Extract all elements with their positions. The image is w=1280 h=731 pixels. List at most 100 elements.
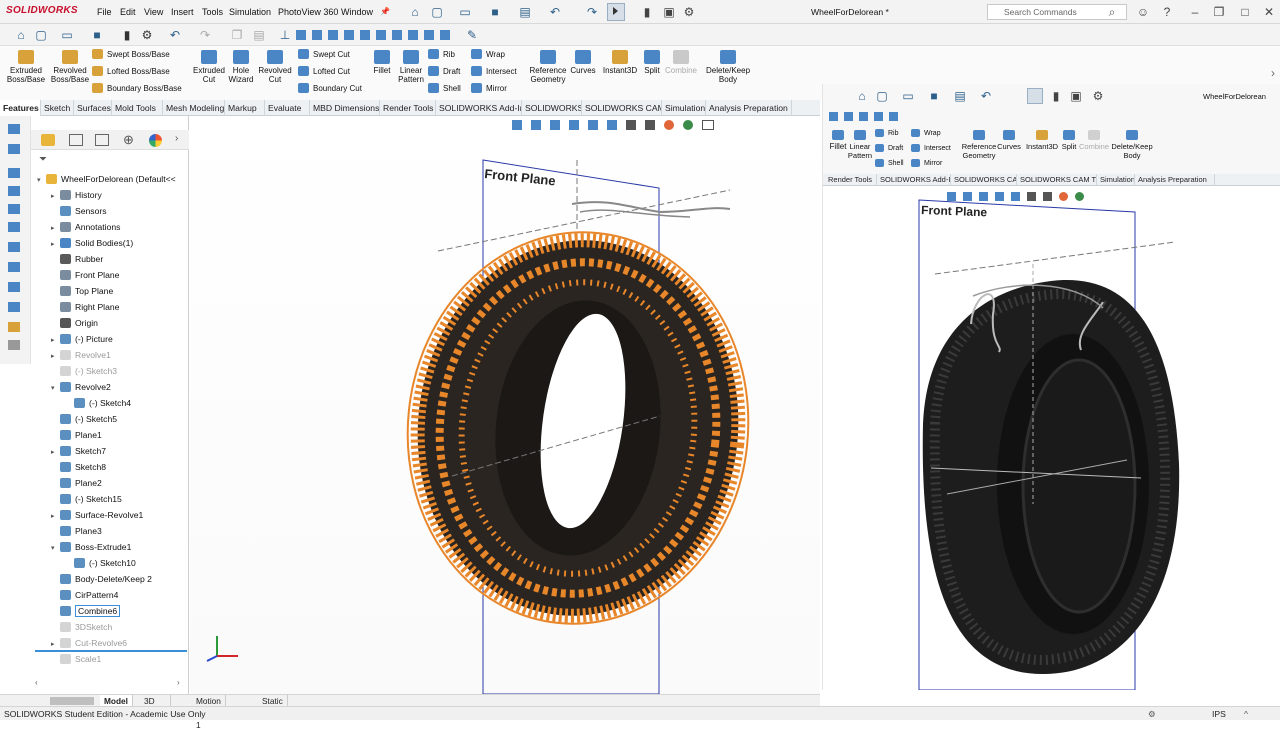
- instant3d-button[interactable]: Instant3D: [602, 50, 638, 75]
- display-manager-tab-icon[interactable]: [149, 134, 162, 147]
- tree-item-sketch4[interactable]: (-) Sketch4: [37, 395, 189, 411]
- undo-icon[interactable]: ↶: [168, 28, 182, 42]
- collapse-arrow-icon[interactable]: ▾: [37, 173, 46, 189]
- rib-button[interactable]: Rib: [428, 48, 461, 62]
- menu-edit[interactable]: Edit: [120, 7, 136, 17]
- menu-view[interactable]: View: [144, 7, 163, 17]
- extruded-cut-button[interactable]: Extruded Cut: [190, 50, 228, 84]
- tool-icon-1[interactable]: [8, 124, 20, 134]
- print-icon[interactable]: ▤: [518, 5, 532, 19]
- tree-item-sensors[interactable]: Sensors: [37, 203, 189, 219]
- tree-item-origin[interactable]: Origin: [37, 315, 189, 331]
- lofted-boss-button[interactable]: Lofted Boss/Base: [92, 65, 182, 79]
- user-icon[interactable]: ☺: [1136, 5, 1150, 19]
- scroll-left-icon[interactable]: ‹: [35, 678, 38, 687]
- tool-icon-4[interactable]: [8, 186, 20, 196]
- tool-icon-9[interactable]: [8, 282, 20, 292]
- dimxpert-tab-icon[interactable]: ⊕: [123, 132, 134, 148]
- tree-item-solid-bodies-1[interactable]: ▸ Solid Bodies(1): [37, 235, 189, 251]
- delete-keep-body-button[interactable]: Delete/Keep Body: [704, 50, 752, 84]
- copy-icon[interactable]: ❐: [230, 28, 244, 42]
- more-tabs-icon[interactable]: ›: [175, 133, 178, 144]
- tab-mold-tools[interactable]: Mold Tools: [112, 100, 163, 116]
- home-icon[interactable]: ⌂: [14, 28, 28, 42]
- collapse-arrow-icon[interactable]: ▾: [51, 381, 60, 397]
- tool-icon-3[interactable]: [8, 168, 20, 178]
- filter-icon[interactable]: ⏷: [39, 154, 47, 165]
- align-icon[interactable]: ⊥: [278, 28, 292, 42]
- rollback-bar[interactable]: [35, 650, 187, 652]
- tab-mbd-dimensions[interactable]: MBD Dimensions: [310, 100, 380, 116]
- tree-item-top-plane[interactable]: Top Plane: [37, 283, 189, 299]
- tab-scroll-bar[interactable]: [50, 697, 94, 705]
- revolved-boss-base-button[interactable]: Revolved Boss/Base: [48, 50, 92, 84]
- tab-render-tools[interactable]: Render Tools: [380, 100, 436, 116]
- lofted-cut-button[interactable]: Lofted Cut: [298, 65, 362, 79]
- tool-icon-2[interactable]: [8, 144, 20, 154]
- tab-solidworks-cam[interactable]: SOLIDWORKS CAM: [522, 100, 582, 116]
- tool-icon-6[interactable]: [8, 222, 20, 232]
- new-document-icon[interactable]: ▢: [34, 28, 48, 42]
- status-expand-icon[interactable]: ^: [1244, 707, 1248, 721]
- tab-solidworks-cam-t[interactable]: SOLIDWORKS CAM T...: [582, 100, 662, 116]
- boundary-cut-button[interactable]: Boundary Cut: [298, 82, 362, 96]
- property-manager-tab-icon[interactable]: [69, 134, 83, 146]
- redo-icon[interactable]: ↷: [585, 5, 599, 19]
- tool-icon-10[interactable]: [8, 302, 20, 312]
- open-icon[interactable]: ▭: [458, 5, 472, 19]
- minimize-icon[interactable]: –: [1188, 5, 1202, 19]
- pin-menu-icon[interactable]: 📌: [380, 7, 390, 16]
- units-indicator[interactable]: IPS: [1212, 707, 1226, 721]
- wrap-button[interactable]: Wrap: [471, 48, 517, 62]
- tab-solidworks-add-ins[interactable]: SOLIDWORKS Add-Ins: [436, 100, 522, 116]
- restore-icon[interactable]: ❐: [1212, 5, 1226, 19]
- save-icon[interactable]: ■: [488, 5, 502, 19]
- shell-button[interactable]: Shell: [428, 82, 461, 96]
- open-icon[interactable]: ▭: [60, 28, 74, 42]
- tab-simulation[interactable]: Simulation: [662, 100, 706, 116]
- gear-icon[interactable]: ⚙: [140, 28, 154, 42]
- swept-boss-button[interactable]: Swept Boss/Base: [92, 48, 182, 62]
- menu-tools[interactable]: Tools: [202, 7, 223, 17]
- rebuild-options-icon[interactable]: ▣: [662, 5, 676, 19]
- linear-pattern-button[interactable]: Linear Pattern: [396, 50, 426, 84]
- search-icon[interactable]: ⌕: [1105, 5, 1119, 19]
- split-button[interactable]: Split: [642, 50, 662, 75]
- menu-insert[interactable]: Insert: [171, 7, 194, 17]
- feature-manager-tab-icon[interactable]: [41, 134, 55, 146]
- tree-item-sketch5[interactable]: (-) Sketch5: [37, 411, 189, 427]
- extruded-boss-base-button[interactable]: Extruded Boss/Base: [4, 50, 48, 84]
- save-icon[interactable]: ■: [90, 28, 104, 42]
- tree-item-wheelfordelorean-default[interactable]: ▾ WheelForDelorean (Default<<: [37, 171, 189, 187]
- tree-item-cut-revolve6[interactable]: ▸ Cut-Revolve6: [37, 635, 189, 651]
- undo-icon[interactable]: ↶: [548, 5, 562, 19]
- tree-item-history[interactable]: ▸ History: [37, 187, 189, 203]
- tool-icon-8[interactable]: [8, 262, 20, 272]
- tree-item-scale1[interactable]: Scale1: [37, 651, 189, 667]
- tree-item-plane3[interactable]: Plane3: [37, 523, 189, 539]
- graphics-area-main[interactable]: Front Plane: [190, 116, 820, 694]
- tree-item-front-plane[interactable]: Front Plane: [37, 267, 189, 283]
- fillet-button[interactable]: Fillet: [370, 50, 394, 75]
- tree-item-revolve2[interactable]: ▾ Revolve2: [37, 379, 189, 395]
- scroll-right-icon[interactable]: ›: [177, 678, 180, 687]
- menu-file[interactable]: File: [97, 7, 112, 17]
- paste-icon[interactable]: ▤: [252, 28, 266, 42]
- tree-item-picture[interactable]: ▸ (-) Picture: [37, 331, 189, 347]
- tab-markup[interactable]: Markup: [225, 100, 265, 116]
- boundary-boss-button[interactable]: Boundary Boss/Base: [92, 82, 182, 96]
- tab-evaluate[interactable]: Evaluate: [265, 100, 310, 116]
- tab-surfaces[interactable]: Surfaces: [74, 100, 112, 116]
- tree-item-annotations[interactable]: ▸ Annotations: [37, 219, 189, 235]
- tree-item-combine6[interactable]: Combine6: [37, 603, 189, 619]
- tree-item-sketch8[interactable]: Sketch8: [37, 459, 189, 475]
- maximize-icon[interactable]: □: [1238, 5, 1252, 19]
- tree-item-sketch3[interactable]: (-) Sketch3: [37, 363, 189, 379]
- new-document-icon[interactable]: ▢: [430, 5, 444, 19]
- hole-wizard-button[interactable]: Hole Wizard: [226, 50, 256, 84]
- collapse-arrow-icon[interactable]: ▾: [51, 541, 60, 557]
- menu-photoview-360[interactable]: PhotoView 360: [278, 7, 338, 17]
- instant3d-icon[interactable]: [8, 322, 20, 332]
- tree-item-revolve1[interactable]: ▸ Revolve1: [37, 347, 189, 363]
- tab-mesh-modeling[interactable]: Mesh Modeling: [163, 100, 225, 116]
